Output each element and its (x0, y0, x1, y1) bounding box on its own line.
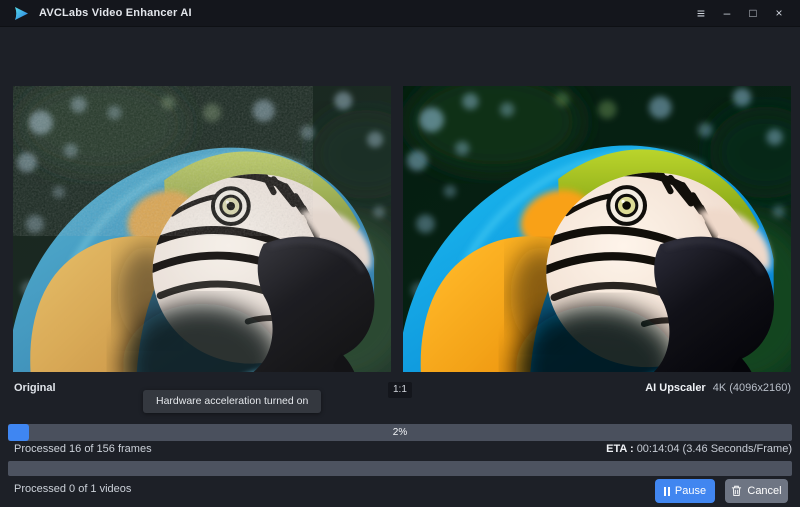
cancel-button-label: Cancel (747, 485, 781, 497)
frames-status-row: Processed 16 of 156 frames ETA : 00:14:0… (0, 443, 800, 458)
close-icon[interactable]: × (766, 0, 792, 27)
ai-model-label: AI Upscaler (645, 382, 706, 394)
original-preview (13, 86, 391, 372)
trash-icon (731, 485, 742, 497)
hardware-acceleration-tooltip: Hardware acceleration turned on (143, 390, 321, 413)
app-title: AVCLabs Video Enhancer AI (39, 7, 192, 19)
app-logo-icon (13, 5, 30, 22)
titlebar: AVCLabs Video Enhancer AI ≡ – □ × (0, 0, 800, 27)
zoom-ratio-badge[interactable]: 1:1 (388, 382, 412, 398)
enhanced-preview-image (403, 86, 791, 372)
output-resolution-label: 4K (4096x2160) (713, 382, 791, 394)
maximize-icon[interactable]: □ (740, 0, 766, 27)
enhanced-preview (403, 86, 791, 372)
video-progress-bar (8, 461, 792, 476)
pause-icon (664, 487, 670, 496)
original-label: Original (14, 382, 56, 394)
eta-prefix: ETA : (606, 443, 634, 455)
original-preview-image (13, 86, 391, 372)
pause-button-label: Pause (675, 485, 706, 497)
videos-status: Processed 0 of 1 videos (14, 483, 131, 495)
minimize-icon[interactable]: – (714, 0, 740, 27)
output-info-label: AI Upscaler 4K (4096x2160) (645, 382, 791, 394)
frames-status: Processed 16 of 156 frames (14, 443, 152, 455)
app-window: AVCLabs Video Enhancer AI ≡ – □ × (0, 0, 800, 507)
eta-label: ETA : 00:14:04 (3.46 Seconds/Frame) (606, 443, 792, 455)
pause-button[interactable]: Pause (655, 479, 715, 503)
menu-icon[interactable]: ≡ (688, 0, 714, 27)
eta-value: 00:14:04 (3.46 Seconds/Frame) (637, 443, 792, 455)
window-controls: ≡ – □ × (688, 0, 800, 27)
overall-progress-bar: 2% (8, 424, 792, 441)
overall-progress-percent: 2% (8, 424, 792, 441)
cancel-button[interactable]: Cancel (725, 479, 788, 503)
